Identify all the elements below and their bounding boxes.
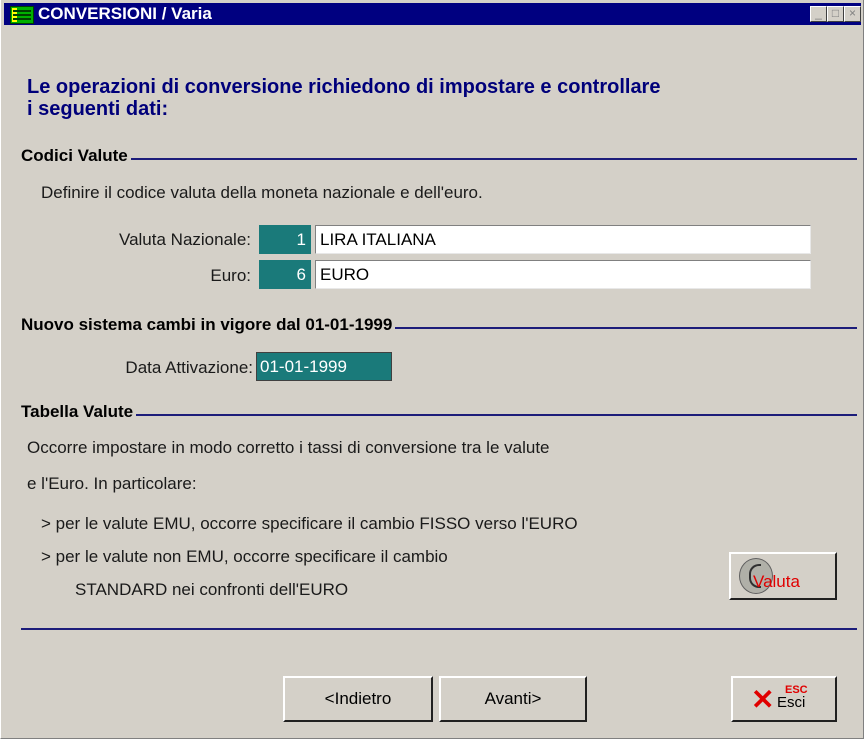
euro-name-field[interactable]: EURO	[315, 260, 811, 289]
exit-button-label: Esci	[777, 694, 806, 711]
window-title: CONVERSIONI / Varia	[38, 4, 212, 23]
title-bar[interactable]: CONVERSIONI / Varia _ □ ×	[4, 3, 861, 25]
data-attivazione-label: Data Attivazione:	[125, 358, 253, 377]
close-x-icon: ✕	[751, 684, 775, 715]
valuta-button[interactable]: Valuta	[729, 552, 837, 600]
conversion-window: CONVERSIONI / Varia _ □ × Le operazioni …	[0, 0, 864, 739]
section-nuovo-sistema: Nuovo sistema cambi in vigore dal 01-01-…	[21, 315, 857, 337]
section-divider	[21, 158, 857, 160]
valuta-button-label: Valuta	[753, 572, 800, 591]
euro-label: Euro:	[210, 266, 251, 285]
footer-divider	[21, 628, 857, 630]
bullet-non-emu-continued: STANDARD nei confronti dell'EURO	[75, 580, 349, 599]
next-button[interactable]: Avanti>	[439, 676, 587, 722]
intro-line-2: i seguenti dati:	[27, 98, 169, 120]
intro-heading: Le operazioni di conversione richiedono …	[27, 76, 847, 120]
section-title: Nuovo sistema cambi in vigore dal 01-01-…	[21, 315, 396, 335]
section-codici-valute: Codici Valute	[21, 146, 857, 168]
minimize-button[interactable]: _	[810, 6, 827, 22]
bullet-emu: > per le valute EMU, occorre specificare…	[41, 514, 578, 533]
back-button[interactable]: <Indietro	[283, 676, 433, 722]
data-attivazione-field[interactable]: 01-01-1999	[256, 352, 392, 381]
valuta-nazionale-label: Valuta Nazionale:	[119, 230, 251, 249]
tabella-line-1: Occorre impostare in modo corretto i tas…	[27, 438, 550, 457]
exit-button[interactable]: ✕ ESC Esci	[731, 676, 837, 722]
valuta-nazionale-code-field[interactable]: 1	[259, 225, 311, 254]
valuta-nazionale-name-field[interactable]: LIRA ITALIANA	[315, 225, 811, 254]
intro-line-1: Le operazioni di conversione richiedono …	[27, 76, 661, 98]
euro-code-field[interactable]: 6	[259, 260, 311, 289]
app-icon	[10, 6, 34, 24]
close-button[interactable]: ×	[844, 6, 861, 22]
maximize-button[interactable]: □	[827, 6, 844, 22]
bullet-non-emu: > per le valute non EMU, occorre specifi…	[41, 547, 448, 566]
section-divider	[21, 414, 857, 416]
section-tabella-valute: Tabella Valute	[21, 402, 857, 424]
section-title: Tabella Valute	[21, 402, 137, 422]
section-title: Codici Valute	[21, 146, 131, 166]
tabella-line-2: e l'Euro. In particolare:	[27, 474, 197, 493]
codici-description: Definire il codice valuta della moneta n…	[41, 183, 483, 202]
